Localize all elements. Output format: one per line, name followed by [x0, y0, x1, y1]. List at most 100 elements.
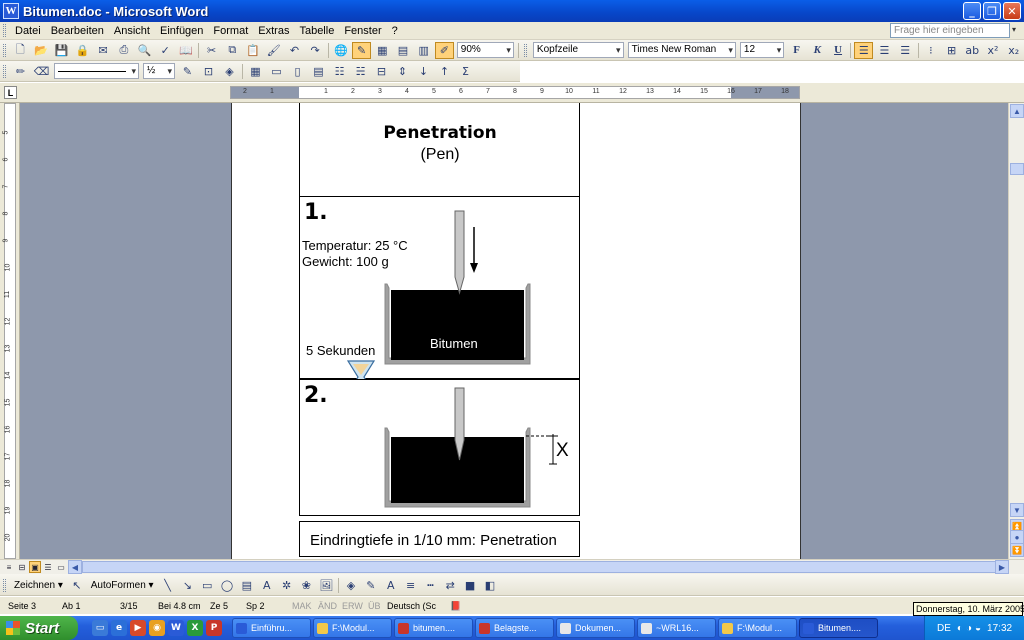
text-direction-icon[interactable]: ⇕: [393, 63, 412, 80]
scroll-down-icon[interactable]: ▼: [1010, 503, 1024, 517]
task-button[interactable]: Einführu...: [232, 618, 311, 638]
align-icon[interactable]: ▤: [309, 63, 328, 80]
undo-icon[interactable]: ↶: [285, 42, 304, 59]
line-weight-combo[interactable]: ½: [143, 63, 175, 79]
menu-grip[interactable]: [3, 24, 6, 37]
dash-style-icon[interactable]: ┅: [421, 577, 439, 594]
horizontal-scroll-thumb[interactable]: [82, 561, 997, 573]
explorer-icon[interactable]: ◉: [149, 620, 165, 636]
media-icon[interactable]: ▶: [130, 620, 146, 636]
superscript-icon[interactable]: x²: [984, 42, 1003, 59]
bullets-icon[interactable]: ⁝: [922, 42, 941, 59]
status-ovr[interactable]: ÜB: [368, 601, 381, 611]
status-trk[interactable]: ÄND: [318, 601, 337, 611]
task-button[interactable]: Belagste...: [475, 618, 554, 638]
scroll-right-icon[interactable]: ▶: [995, 560, 1009, 574]
arrow-tool-icon[interactable]: ↘: [178, 577, 196, 594]
autosum-icon[interactable]: Σ: [456, 63, 475, 80]
line-color-icon[interactable]: ✎: [362, 577, 380, 594]
draw-menu[interactable]: Zeichnen ▾: [10, 580, 67, 591]
select-objects-icon[interactable]: ↖: [68, 577, 86, 594]
permission-icon[interactable]: 🔒: [73, 42, 92, 59]
align-left-icon[interactable]: ☰: [854, 41, 874, 59]
font-combo[interactable]: Times New Roman: [627, 42, 736, 58]
volume-icon[interactable]: ◑: [966, 623, 972, 634]
shadow-icon[interactable]: ■: [461, 577, 479, 594]
security-icon[interactable]: ◒: [975, 623, 981, 634]
toolbar-grip[interactable]: [3, 43, 6, 57]
outside-border-icon[interactable]: ⊡: [199, 63, 218, 80]
task-button[interactable]: Dokumen...: [556, 618, 635, 638]
print-preview-icon[interactable]: 🔍: [135, 42, 154, 59]
shading-color-icon[interactable]: ◈: [220, 63, 239, 80]
split-cells-icon[interactable]: ▯: [288, 63, 307, 80]
sort-ascending-icon[interactable]: ↓: [414, 63, 433, 80]
spelling-status-icon[interactable]: 📕: [450, 601, 461, 612]
wordart-icon[interactable]: A: [258, 577, 276, 594]
copy-icon[interactable]: ⧉: [223, 42, 242, 59]
menu-bearbeiten[interactable]: Bearbeiten: [46, 25, 109, 37]
distribute-rows-icon[interactable]: ☷: [330, 63, 349, 80]
start-button[interactable]: Start: [0, 616, 78, 640]
menu-format[interactable]: Format: [208, 25, 253, 37]
language-indicator[interactable]: DE: [937, 623, 951, 634]
save-icon[interactable]: 💾: [52, 42, 71, 59]
diagram-icon[interactable]: ✲: [278, 577, 296, 594]
underline-button[interactable]: U: [829, 42, 848, 59]
fill-color-icon[interactable]: ◈: [342, 577, 360, 594]
print-icon[interactable]: ⎙: [115, 42, 134, 59]
columns-icon[interactable]: ▥: [414, 42, 433, 59]
print-layout-icon[interactable]: ▣: [29, 561, 41, 573]
vertical-scroll-thumb[interactable]: [1010, 163, 1024, 175]
browse-object-icon[interactable]: ●: [1010, 530, 1024, 544]
font-size-combo[interactable]: 12: [739, 42, 785, 58]
line-tool-icon[interactable]: ╲: [159, 577, 177, 594]
minimize-button[interactable]: _: [963, 2, 981, 20]
spelling-icon[interactable]: ✓: [156, 42, 175, 59]
cut-icon[interactable]: ✂: [202, 42, 221, 59]
bold-button[interactable]: F: [787, 42, 806, 59]
vertical-scrollbar[interactable]: ▲ ▼ ⏫ ● ⏬: [1008, 103, 1024, 559]
3d-icon[interactable]: ◧: [481, 577, 499, 594]
task-button[interactable]: F:\Modul...: [313, 618, 392, 638]
task-button[interactable]: bitumen....: [394, 618, 473, 638]
oval-tool-icon[interactable]: ◯: [218, 577, 236, 594]
arrow-style-icon[interactable]: ⇄: [441, 577, 459, 594]
paste-icon[interactable]: 📋: [244, 42, 263, 59]
insert-table-icon[interactable]: ▦: [373, 42, 392, 59]
ask-dropdown-icon[interactable]: ▾: [1012, 25, 1022, 35]
task-button[interactable]: ~WRL16...: [637, 618, 716, 638]
clipart-icon[interactable]: ❀: [297, 577, 315, 594]
line-style-combo[interactable]: [54, 63, 139, 79]
tables-borders-icon[interactable]: ✎: [352, 41, 371, 59]
menu-einfuegen[interactable]: Einfügen: [155, 25, 208, 37]
ie-icon[interactable]: e: [111, 620, 127, 636]
ask-question-input[interactable]: Frage hier eingeben: [890, 23, 1010, 38]
desktop-icon[interactable]: ▭: [92, 620, 108, 636]
font-color-icon[interactable]: A: [382, 577, 400, 594]
rectangle-tool-icon[interactable]: ▭: [198, 577, 216, 594]
excel-quicklaunch-icon[interactable]: X: [187, 620, 203, 636]
next-page-icon[interactable]: ⏬: [1010, 543, 1024, 557]
autoshapes-menu[interactable]: AutoFormen ▾: [87, 580, 158, 591]
network-icon[interactable]: ◐: [957, 623, 963, 634]
horizontal-scrollbar[interactable]: ≡ ⊟ ▣ ☰ ▭ ◀ ▶: [0, 559, 1024, 574]
menu-help[interactable]: ?: [387, 25, 403, 37]
tab-selector[interactable]: L: [4, 86, 17, 99]
outline-view-icon[interactable]: ☰: [42, 561, 54, 573]
border-color-icon[interactable]: ✎: [178, 63, 197, 80]
document-page[interactable]: Penetration (Pen) 1. Temperatur: 25 °C G…: [231, 103, 801, 559]
normal-view-icon[interactable]: ≡: [3, 561, 15, 573]
redo-icon[interactable]: ↷: [306, 42, 325, 59]
menu-ansicht[interactable]: Ansicht: [109, 25, 155, 37]
word-quicklaunch-icon[interactable]: W: [168, 620, 184, 636]
picture-icon[interactable]: 🖼: [317, 577, 335, 594]
subscript-icon[interactable]: x₂: [1004, 42, 1023, 59]
insert-table-icon-2[interactable]: ▦: [246, 63, 265, 80]
menu-extras[interactable]: Extras: [253, 25, 294, 37]
autoformat-icon[interactable]: ⊟: [372, 63, 391, 80]
restore-button[interactable]: ❐: [983, 2, 1001, 20]
vertical-ruler[interactable]: 5 6 7 8 9 10 11 12 13 14 15 16 17 18 19 20: [0, 103, 20, 559]
status-rec[interactable]: MAK: [292, 601, 312, 611]
status-ext[interactable]: ERW: [342, 601, 363, 611]
